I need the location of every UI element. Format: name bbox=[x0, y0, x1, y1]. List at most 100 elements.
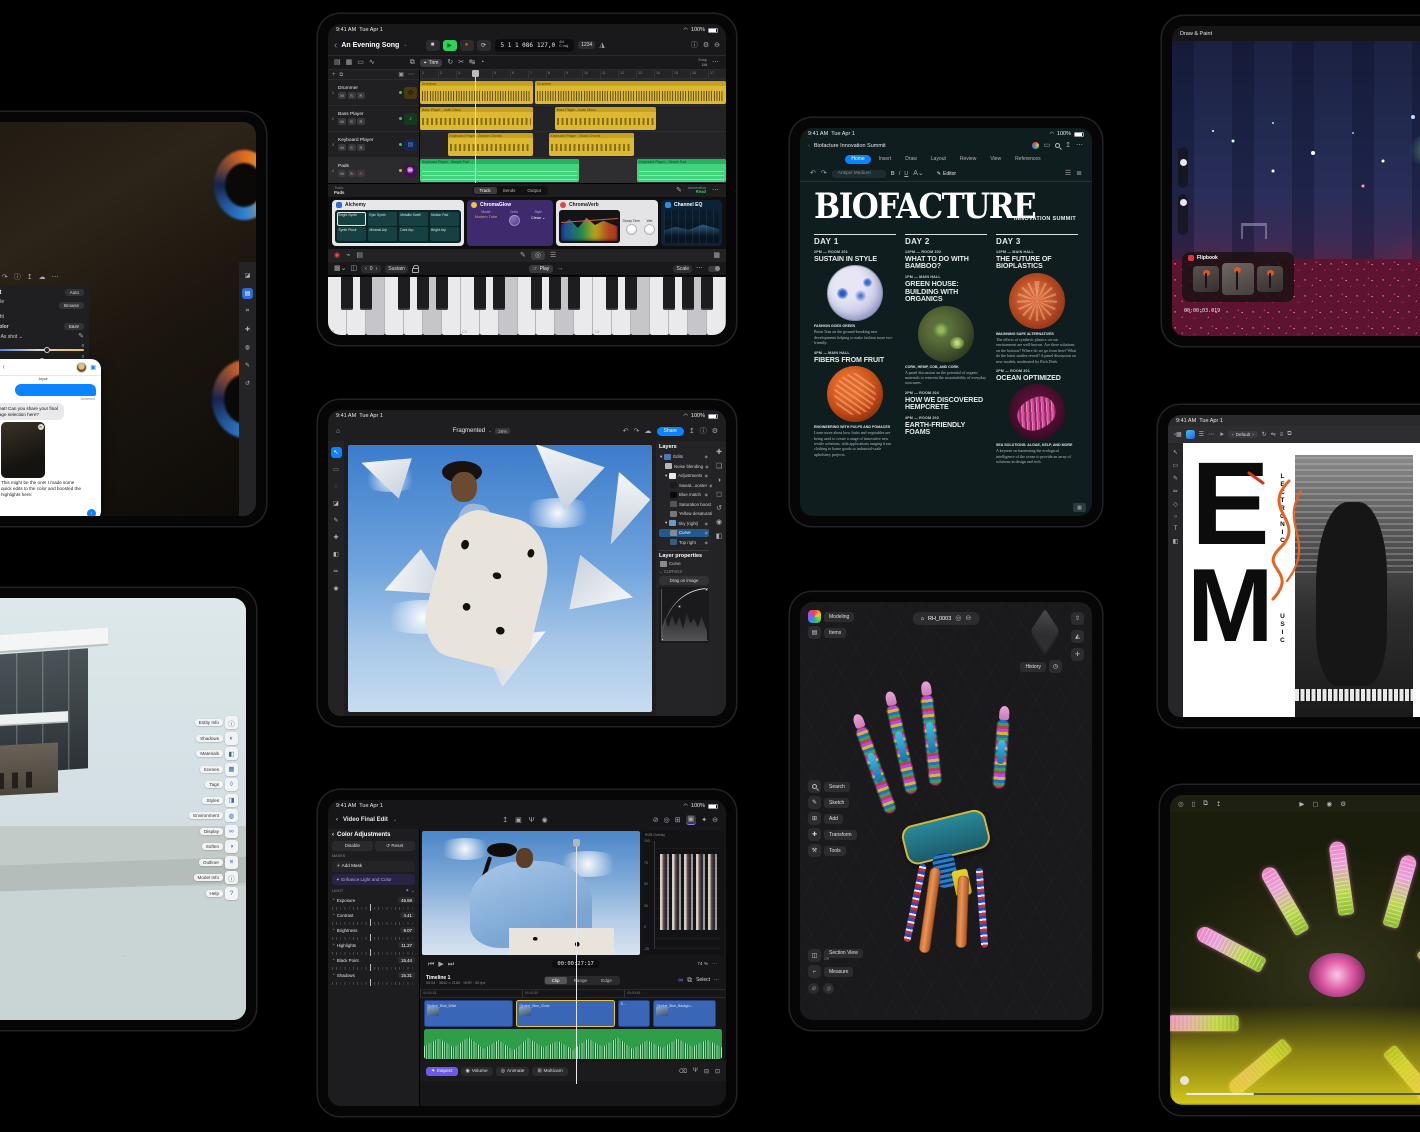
next-frame-icon[interactable]: ⏭ bbox=[448, 961, 454, 968]
tracks-view-icon[interactable]: ▤ bbox=[334, 59, 341, 66]
layer-row[interactable]: Blue match◉ bbox=[659, 491, 709, 499]
dual-view-icon[interactable]: ⊞ bbox=[675, 817, 681, 824]
transform-tool[interactable]: ▭ bbox=[331, 464, 342, 475]
preset-cell[interactable]: Bright Synth bbox=[337, 212, 366, 226]
lock-icon[interactable] bbox=[412, 268, 419, 273]
piano-black-key[interactable] bbox=[682, 277, 694, 310]
search-icon[interactable] bbox=[808, 780, 821, 793]
ribbon-tab[interactable]: View bbox=[984, 155, 1007, 164]
adjustment-slider[interactable]: ◔Shadows15.31 bbox=[332, 972, 415, 986]
arrow-icon[interactable]: → bbox=[556, 265, 563, 272]
piano-black-key[interactable] bbox=[625, 277, 637, 310]
inspector-button[interactable]: Styles ◨ bbox=[202, 794, 238, 807]
drag-on-image-button[interactable]: Drag on image bbox=[659, 576, 709, 585]
visibility-toggle-icon[interactable]: ⊘ bbox=[808, 983, 819, 994]
more-icon[interactable]: ⋯ bbox=[1208, 431, 1215, 438]
comments-icon[interactable]: ◻ bbox=[716, 491, 722, 498]
layer-row[interactable]: Noise blending◉ bbox=[659, 462, 709, 470]
inspector-button[interactable]: Materials ◧ bbox=[196, 747, 238, 760]
crop-tool[interactable]: ◪ bbox=[331, 498, 342, 509]
piano-black-key[interactable] bbox=[701, 277, 713, 310]
inspector-button-icon[interactable]: ▦ bbox=[225, 763, 238, 776]
adjust-icon[interactable]: ⌗ bbox=[242, 306, 253, 317]
stop-button[interactable]: ■ bbox=[426, 40, 440, 51]
clone-icon[interactable]: ⧉ bbox=[1203, 800, 1208, 808]
poster-canvas[interactable]: E M LECTRONIC USIC bbox=[1183, 443, 1420, 717]
footer-more-icon[interactable]: ⋯ bbox=[712, 187, 720, 194]
undo-icon[interactable]: ↶ bbox=[623, 428, 629, 435]
lcd-display[interactable]: 5 1 1 086 127,0 4/4C maj bbox=[495, 39, 575, 52]
font-selector[interactable]: Antipol Medium bbox=[832, 170, 886, 178]
mic-icon[interactable]: ◉ bbox=[334, 252, 340, 259]
bar-ruler[interactable]: 1234567891011121314151617 bbox=[420, 70, 726, 79]
draw-icon[interactable]: ◔ bbox=[480, 59, 484, 66]
play-surface-button[interactable]: ☞Play bbox=[529, 265, 553, 273]
history-icon[interactable]: ↺ bbox=[716, 505, 722, 512]
piano-black-key[interactable] bbox=[663, 277, 675, 310]
solo-button[interactable]: S bbox=[348, 144, 356, 151]
track-header-pads[interactable]: 4 Pads MSR ♒ bbox=[328, 157, 419, 183]
project-title[interactable]: An Evening Song bbox=[341, 42, 399, 49]
more-icon[interactable]: ⋯ bbox=[1076, 142, 1084, 149]
preset-cell[interactable]: Synth Pluck bbox=[337, 227, 366, 241]
timeline-ruler[interactable]: 00:00:1500:00:3000:00:45 bbox=[420, 989, 726, 998]
piano-black-key[interactable] bbox=[417, 277, 429, 310]
play-button[interactable]: ▶ bbox=[443, 40, 457, 51]
selection-mode-tabs[interactable]: ClipRangeEdge bbox=[544, 976, 620, 985]
video-call-icon[interactable]: ▣ bbox=[90, 365, 96, 371]
ellipse-tool[interactable]: ○ bbox=[1174, 514, 1178, 520]
tools-button[interactable]: Tools bbox=[824, 846, 846, 856]
record-enable-button[interactable]: R bbox=[357, 144, 365, 151]
layer-row[interactable]: Saturation boost◉ bbox=[659, 500, 709, 508]
header-display-icon[interactable]: ▣ bbox=[398, 71, 404, 78]
redo-icon[interactable]: ↷ bbox=[821, 170, 827, 177]
timeline-clip-selected[interactable]: Skyline_Blue_Close bbox=[516, 1000, 614, 1027]
target-icon[interactable]: ◉ bbox=[1327, 800, 1333, 808]
layer-row[interactable]: Yellow desaturation◉ bbox=[659, 510, 709, 518]
more-icon[interactable]: ⋯ bbox=[712, 59, 720, 66]
present-icon[interactable]: ▭ bbox=[1044, 142, 1051, 149]
inspector-button[interactable]: Environment ◍ bbox=[189, 809, 238, 822]
layer-row[interactable]: Sweat...ooster◉ bbox=[659, 481, 709, 489]
region[interactable]: Drummer bbox=[535, 81, 726, 104]
frame-thumbnail-current[interactable] bbox=[1222, 263, 1254, 295]
split-icon[interactable]: ✂ bbox=[458, 59, 464, 66]
align-icon[interactable]: ≡ bbox=[1280, 432, 1284, 438]
eyedropper-tool[interactable]: ◉ bbox=[331, 583, 342, 594]
keyboard-dismiss-icon[interactable]: ▦ bbox=[1073, 503, 1086, 512]
tools-icon[interactable]: ⚒ bbox=[808, 844, 821, 857]
render-canvas[interactable] bbox=[1170, 812, 1420, 1105]
bold-button[interactable]: B bbox=[891, 171, 895, 177]
eyedropper-icon[interactable]: ✎ bbox=[78, 333, 84, 340]
minimize-icon[interactable]: ⊖ bbox=[712, 817, 718, 824]
arrange-area[interactable]: 1234567891011121314151617 Drummer Drumme… bbox=[420, 70, 726, 183]
eraser-tool[interactable]: ◧ bbox=[331, 549, 342, 560]
reset-button[interactable]: ↺ Reset bbox=[375, 841, 416, 851]
preset-selector[interactable]: ‹ Default › bbox=[1228, 431, 1258, 438]
mute-button[interactable]: M bbox=[338, 92, 346, 99]
pen-tool[interactable]: ✎ bbox=[1173, 475, 1178, 482]
decay-knob[interactable] bbox=[626, 224, 637, 235]
brush-size-slider[interactable] bbox=[1178, 147, 1188, 188]
home-icon[interactable]: ⌂ bbox=[921, 616, 924, 622]
inspector-button[interactable]: Scenes ▦ bbox=[200, 763, 238, 776]
ribbon-tab[interactable]: Review bbox=[954, 155, 982, 164]
layer-row[interactable]: ▾Edits◉ bbox=[659, 453, 709, 461]
disable-button[interactable]: Disable bbox=[332, 841, 373, 851]
search-icon[interactable] bbox=[1055, 143, 1060, 148]
frame-thumbnail[interactable] bbox=[1257, 266, 1283, 292]
crop-icon[interactable]: ◪ bbox=[242, 270, 253, 281]
layer-row-selected[interactable]: Curve◉ bbox=[659, 529, 709, 537]
scale-button[interactable]: Scale bbox=[673, 265, 692, 273]
sync-icon[interactable]: ◎ bbox=[955, 615, 961, 622]
back-icon[interactable]: ‹▦ bbox=[1174, 431, 1182, 438]
region[interactable]: Drummer bbox=[420, 81, 533, 104]
check-icon[interactable]: ◎ bbox=[664, 817, 670, 824]
sketch-button[interactable]: Sketch bbox=[824, 798, 849, 808]
frame-icon[interactable]: ▢ bbox=[1312, 800, 1318, 808]
isolate-toggle-icon[interactable]: ◎ bbox=[823, 983, 834, 994]
piano-black-key[interactable] bbox=[606, 277, 618, 310]
mode-tab[interactable]: Clip bbox=[545, 977, 567, 984]
effects-icon[interactable]: ✦ bbox=[701, 817, 707, 824]
add-track-button[interactable]: + bbox=[332, 72, 336, 78]
